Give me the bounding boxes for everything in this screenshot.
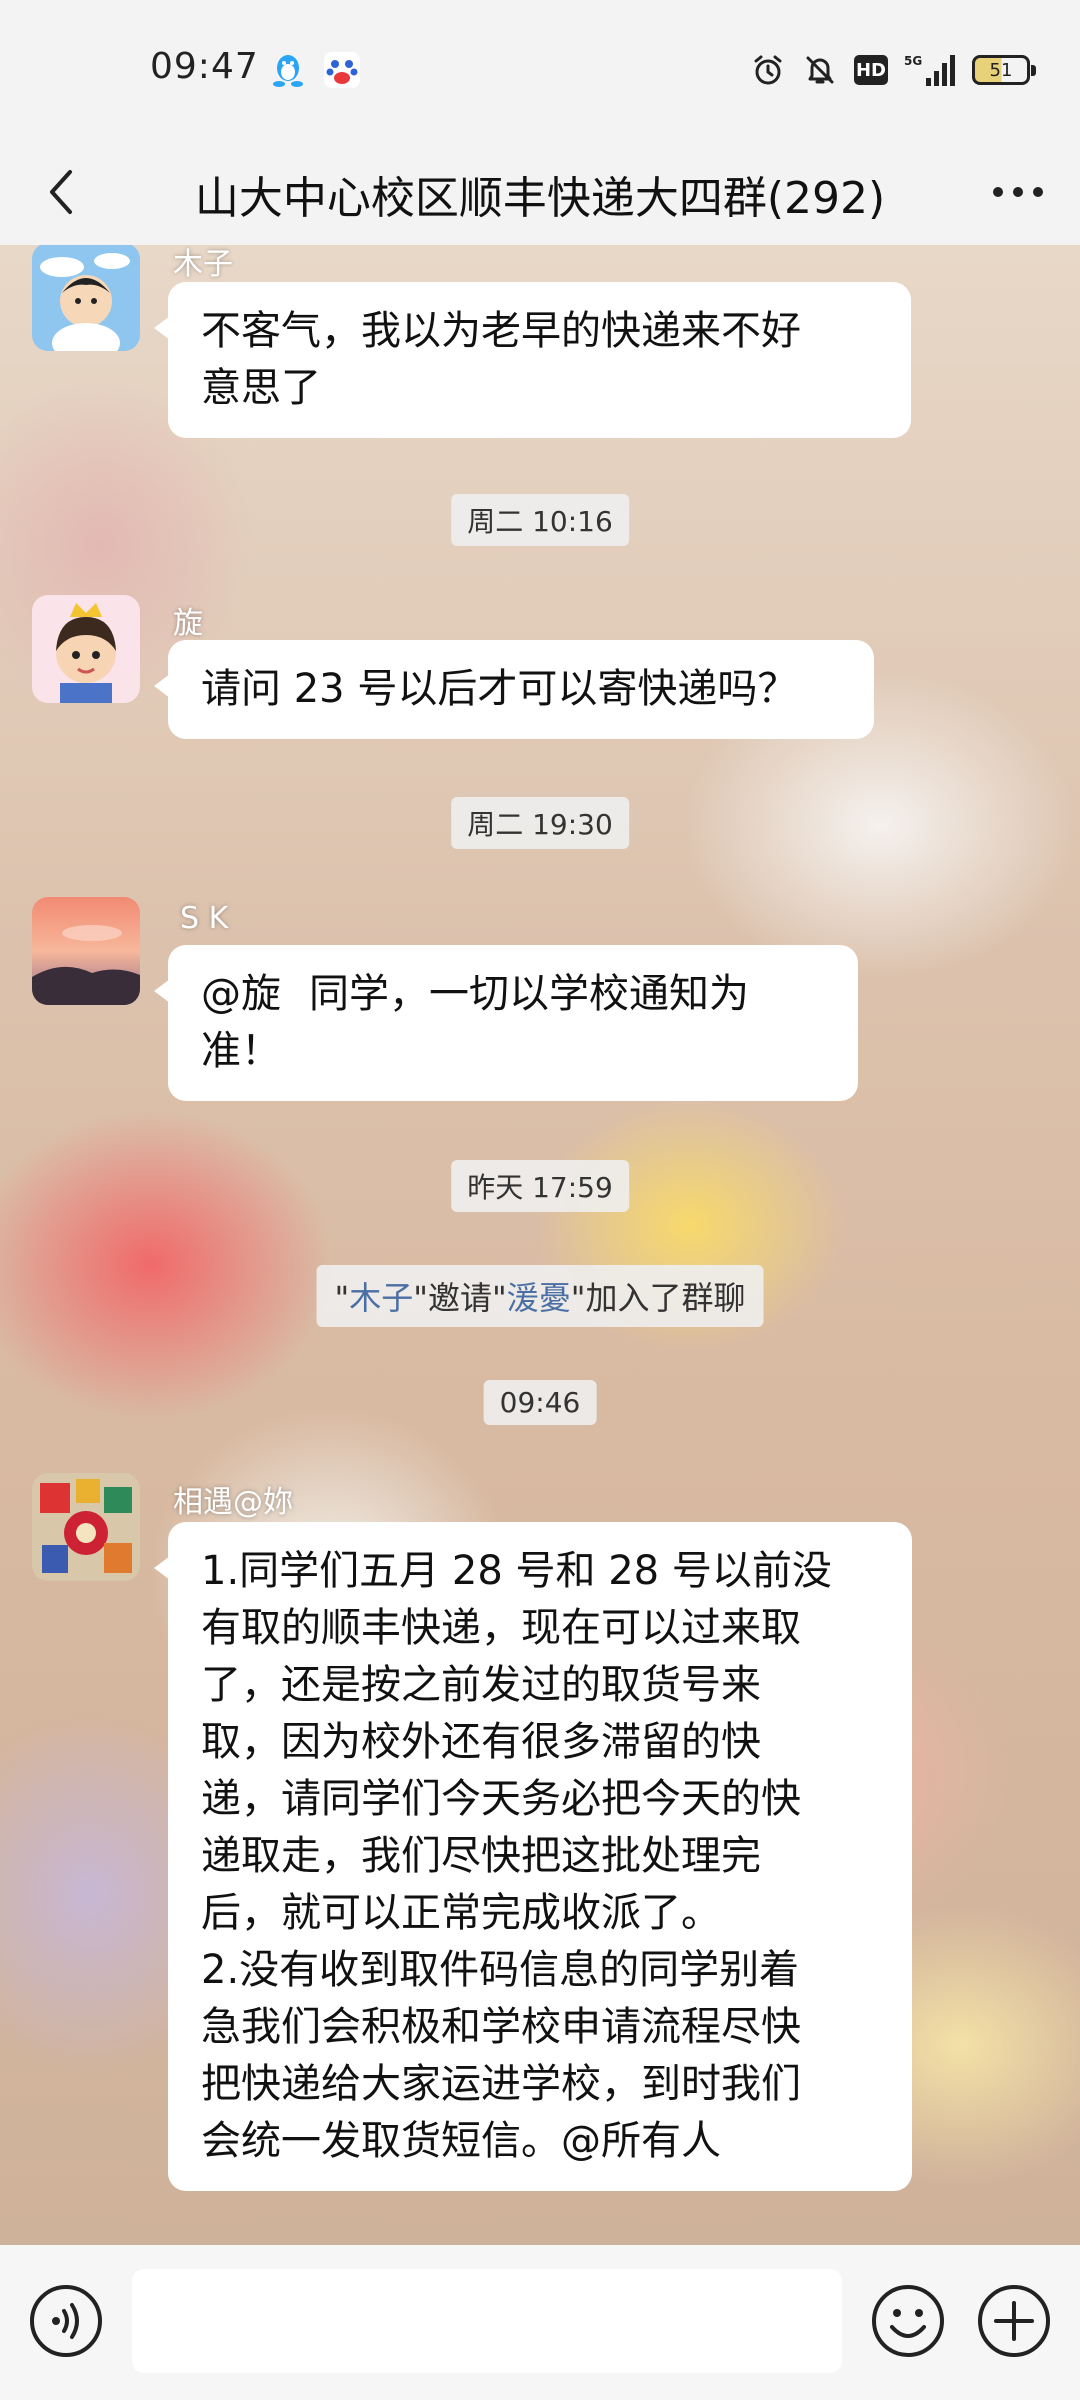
- voice-icon: [30, 2285, 102, 2357]
- title-bar: 山大中心校区顺丰快递大四群(292): [0, 140, 1080, 245]
- timestamp: 09:46: [483, 1380, 597, 1425]
- voice-button[interactable]: [28, 2283, 104, 2359]
- message-line: 急我们会积极和学校申请流程尽快: [201, 2004, 801, 2050]
- avatar-image: [32, 897, 140, 1005]
- message-line: 取，因为校外还有很多滞留的快: [201, 1719, 761, 1765]
- message-line: 不客气，我以为老早的快递来不好: [201, 308, 801, 354]
- sender-name: 相遇@妳: [173, 1485, 293, 1520]
- plus-button[interactable]: [976, 2283, 1052, 2359]
- avatar-xiangyu[interactable]: [32, 1473, 140, 1581]
- mention-link[interactable]: @旋: [201, 971, 281, 1017]
- system-text: "加入了群聊: [570, 1279, 746, 1317]
- message-bubble[interactable]: @旋 同学，一切以学校通知为 准！: [154, 945, 858, 1101]
- network-label: 5G: [904, 54, 922, 68]
- message-line: 把快递给大家运进学校，到时我们: [201, 2061, 801, 2107]
- chat-area[interactable]: 木子 不客气，我以为老早的快递来不好 意思了 周二 10:16 旋 请问 23 …: [0, 245, 1080, 2245]
- alarm-icon: [754, 55, 782, 85]
- invitee-link[interactable]: 湲憂: [507, 1279, 571, 1317]
- message-text: 同学，一切以学校通知为: [309, 971, 749, 1017]
- chevron-left-icon: [50, 170, 72, 214]
- message-line: 递，请同学们今天务必把今天的快: [201, 1776, 801, 1822]
- battery-indicator: 51: [972, 55, 1036, 85]
- message-bubble[interactable]: 不客气，我以为老早的快递来不好 意思了: [154, 282, 911, 438]
- avatar-image: [32, 1473, 140, 1581]
- bell-off-icon: [806, 56, 834, 84]
- plus-icon: [978, 2285, 1050, 2357]
- message-line: 2.没有收到取件码信息的同学别着: [201, 1947, 800, 1993]
- more-dots-icon: [993, 187, 1043, 197]
- sender-name: 木子: [173, 247, 233, 282]
- avatar-muzi[interactable]: [32, 245, 140, 351]
- message-line: 后，就可以正常完成收派了。: [201, 1890, 721, 1936]
- system-message: "木子"邀请"湲憂"加入了群聊: [316, 1265, 764, 1327]
- timestamp: 周二 10:16: [451, 494, 629, 546]
- status-icons: HD 5G 51: [750, 50, 1036, 90]
- message-line: 请问 23 号以后才可以寄快递吗？: [201, 666, 798, 712]
- more-button[interactable]: [986, 160, 1050, 224]
- signal-icon: 5G: [904, 54, 955, 86]
- message-line: 会统一发取货短信。@所有人: [201, 2118, 721, 2164]
- message-line: 递取走，我们尽快把这批处理完: [201, 1833, 761, 1879]
- message-line: 1.同学们五月 28 号和 28 号以前没: [201, 1548, 832, 1594]
- system-text: "邀请": [413, 1279, 507, 1317]
- timestamp: 昨天 17:59: [451, 1160, 629, 1212]
- message-line: 了，还是按之前发过的取货号来: [201, 1662, 761, 1708]
- qq-penguin-icon: [273, 55, 303, 87]
- avatar-image: [32, 245, 140, 351]
- sender-name: 旋: [173, 606, 203, 641]
- status-bar: 09:47 HD 5G 51: [0, 0, 1080, 140]
- hd-badge: HD: [854, 55, 888, 85]
- status-time: 09:47: [150, 46, 259, 87]
- baidu-paw-icon: [324, 52, 360, 88]
- avatar-image: [32, 595, 140, 703]
- message-input[interactable]: [132, 2269, 842, 2373]
- message-bubble[interactable]: 请问 23 号以后才可以寄快递吗？: [154, 640, 874, 739]
- message-line: 有取的顺丰快递，现在可以过来取: [201, 1605, 801, 1651]
- timestamp: 周二 19:30: [451, 797, 629, 849]
- battery-level: 51: [989, 59, 1013, 81]
- system-text: ": [334, 1279, 350, 1317]
- message-bubble[interactable]: 1.同学们五月 28 号和 28 号以前没 有取的顺丰快递，现在可以过来取 了，…: [154, 1522, 912, 2191]
- emoji-button[interactable]: [870, 2283, 946, 2359]
- emoji-icon: [872, 2285, 944, 2357]
- message-line: 意思了: [201, 365, 321, 411]
- chat-title: 山大中心校区顺丰快递大四群(292): [194, 173, 886, 224]
- inviter-link[interactable]: 木子: [349, 1279, 413, 1317]
- avatar-sk[interactable]: [32, 897, 140, 1005]
- input-bar: [0, 2245, 1080, 2400]
- back-button[interactable]: [30, 160, 94, 224]
- message-line: @旋 同学，一切以学校通知为: [201, 966, 825, 1023]
- message-line: 准！: [201, 1028, 281, 1074]
- avatar-xuan[interactable]: [32, 595, 140, 703]
- sender-name: S K: [180, 901, 229, 936]
